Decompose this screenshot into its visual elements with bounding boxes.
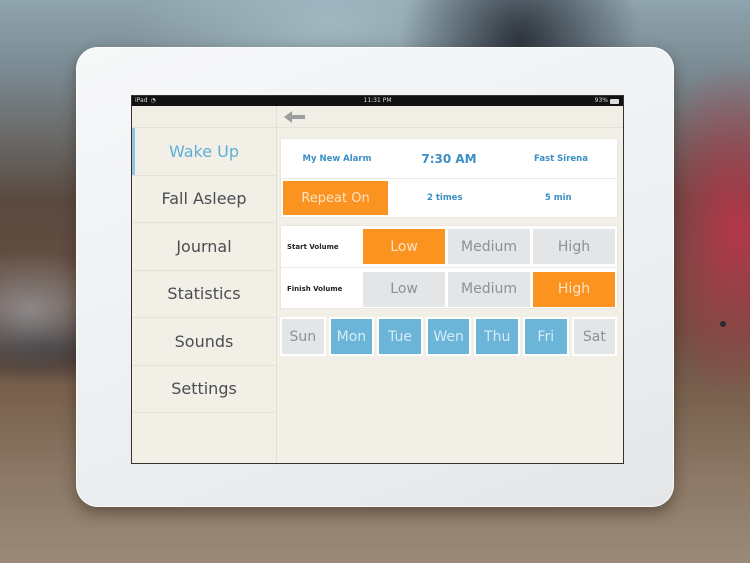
battery-icon <box>610 98 619 104</box>
repeat-times[interactable]: 2 times <box>388 193 502 203</box>
repeat-row: Repeat On 2 times 5 min <box>281 179 617 217</box>
sidebar-item-journal[interactable]: Journal <box>132 223 276 271</box>
finish-volume-row: Finish Volume Low Medium High <box>281 268 617 310</box>
sidebar-item-wake-up[interactable]: Wake Up <box>132 128 276 176</box>
finish-volume-low[interactable]: Low <box>363 271 446 307</box>
app-screen: iPad ◔ 11:31 PM 93% Wake Up Fall Asleep J… <box>131 95 624 464</box>
day-toggle-sat[interactable]: Sat <box>571 317 618 356</box>
alarm-name[interactable]: My New Alarm <box>281 154 393 164</box>
start-volume-label: Start Volume <box>287 242 339 251</box>
alarm-info-row: My New Alarm 7:30 AM Fast Sirena <box>281 139 617 179</box>
sidebar-item-label: Fall Asleep <box>161 189 247 209</box>
alarm-time[interactable]: 7:30 AM <box>393 152 505 166</box>
battery-percent: 93% <box>594 97 608 104</box>
sidebar-item-label: Wake Up <box>168 141 240 161</box>
status-time: 11:31 PM <box>363 97 392 104</box>
sidebar-item-fall-asleep[interactable]: Fall Asleep <box>132 176 276 223</box>
sidebar-item-sounds[interactable]: Sounds <box>132 318 276 366</box>
sidebar-item-statistics[interactable]: Statistics <box>132 271 276 318</box>
sidebar-item-label: Journal <box>176 236 232 256</box>
day-toggle-tue[interactable]: Tue <box>377 317 423 356</box>
sidebar-item-label: Sounds <box>174 331 234 351</box>
finish-volume-label: Finish Volume <box>287 285 343 293</box>
status-bar: iPad ◔ 11:31 PM 93% <box>132 96 623 106</box>
weekday-selector: Sun Mon Tue Wen Thu Fri Sat <box>280 317 618 358</box>
day-toggle-thu[interactable]: Thu <box>474 317 520 356</box>
sidebar-item-label: Statistics <box>167 284 241 304</box>
volume-card: Start Volume Low Medium High Finish Volu… <box>280 225 618 309</box>
start-volume-row: Start Volume Low Medium High <box>281 226 617 268</box>
nav-bar <box>132 106 623 128</box>
day-toggle-sun[interactable]: Sun <box>280 317 326 356</box>
day-toggle-fri[interactable]: Fri <box>522 317 569 356</box>
finish-volume-medium[interactable]: Medium <box>448 271 531 307</box>
start-volume-medium[interactable]: Medium <box>448 229 531 264</box>
day-toggle-mon[interactable]: Mon <box>328 317 375 356</box>
day-toggle-wen[interactable]: Wen <box>425 317 472 356</box>
repeat-toggle-button[interactable]: Repeat On <box>283 181 388 215</box>
sidebar-item-settings[interactable]: Settings <box>132 366 276 413</box>
alarm-info-card: My New Alarm 7:30 AM Fast Sirena Repeat … <box>280 138 618 218</box>
start-volume-high[interactable]: High <box>533 229 615 264</box>
front-camera <box>720 321 726 327</box>
alarm-sound[interactable]: Fast Sirena <box>505 154 617 164</box>
sidebar-menu: Wake Up Fall Asleep Journal Statistics S… <box>132 128 277 463</box>
finish-volume-high[interactable]: High <box>533 271 615 307</box>
start-volume-low[interactable]: Low <box>363 229 446 264</box>
battery-indicator: 93% <box>595 96 619 106</box>
back-arrow-icon[interactable] <box>284 111 306 123</box>
nav-divider <box>276 106 277 128</box>
repeat-interval[interactable]: 5 min <box>502 193 616 203</box>
sidebar-item-label: Settings <box>171 379 237 399</box>
